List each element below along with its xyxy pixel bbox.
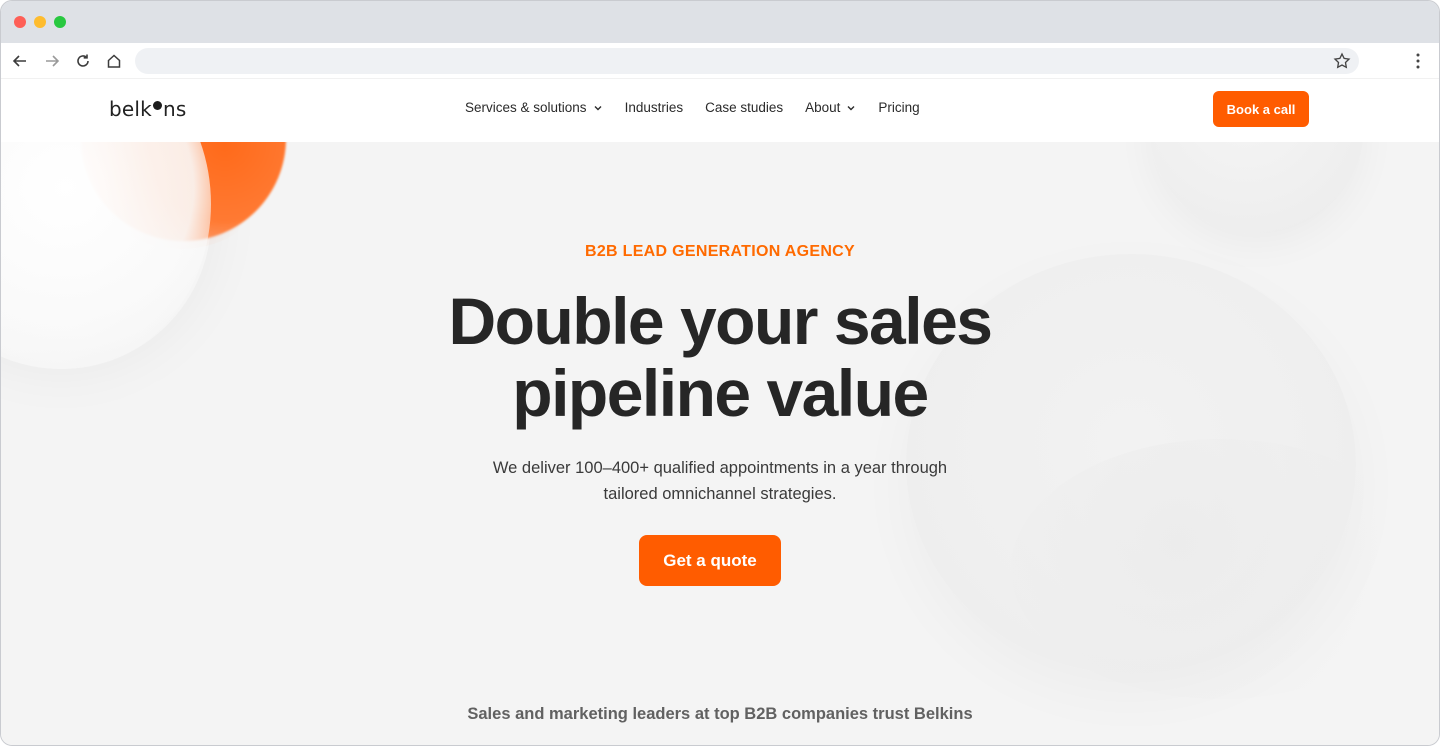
kebab-menu-icon[interactable] [1407, 50, 1429, 72]
nav-services-solutions[interactable]: Services & solutions [465, 100, 603, 115]
nav-label: Case studies [705, 100, 784, 115]
subtitle-line-1: We deliver 100–400+ qualified appointmen… [492, 459, 948, 477]
title-bar [1, 1, 1439, 43]
browser-window: belk ns Services & solutions Industries C… [0, 0, 1440, 746]
reload-button[interactable] [72, 50, 94, 72]
belkins-logo[interactable]: belk ns [109, 97, 186, 121]
home-button[interactable] [103, 50, 125, 72]
browser-toolbar [1, 43, 1439, 79]
minimize-window-button[interactable] [34, 16, 46, 28]
hero-subtitle: We deliver 100–400+ qualified appointmen… [1, 455, 1439, 507]
home-icon [107, 54, 121, 68]
hero-headline: Double your sales pipeline value [1, 285, 1439, 429]
close-window-button[interactable] [14, 16, 26, 28]
subtitle-line-2: tailored omnichannel strategies. [603, 485, 837, 503]
maximize-window-button[interactable] [54, 16, 66, 28]
logo-text-end: ns [162, 97, 187, 121]
hero-eyebrow: B2B LEAD GENERATION AGENCY [584, 243, 856, 260]
star-icon[interactable] [1333, 52, 1351, 70]
nav-label: Services & solutions [465, 100, 587, 115]
headline-line-2: pipeline value [512, 356, 929, 430]
arrow-right-icon [46, 55, 60, 67]
logo-text-start: belk [109, 97, 152, 121]
forward-button[interactable] [41, 50, 63, 72]
chevron-down-icon [594, 105, 602, 110]
book-a-call-button[interactable]: Book a call [1213, 91, 1309, 127]
main-nav: Services & solutions Industries Case stu… [465, 100, 920, 115]
trust-statement: Sales and marketing leaders at top B2B c… [467, 705, 973, 723]
nav-about[interactable]: About [805, 100, 856, 115]
nav-pricing[interactable]: Pricing [878, 100, 919, 115]
nav-label: Industries [624, 100, 684, 115]
back-button[interactable] [9, 50, 31, 72]
site-header: belk ns Services & solutions Industries C… [1, 79, 1439, 142]
reload-icon [77, 54, 89, 67]
logo-person-mark [152, 101, 162, 110]
address-bar[interactable] [135, 48, 1359, 74]
chevron-down-icon [847, 105, 855, 110]
nav-industries[interactable]: Industries [625, 100, 684, 115]
get-a-quote-button[interactable]: Get a quote [639, 535, 781, 586]
arrow-left-icon [12, 55, 26, 67]
nav-label: Pricing [878, 100, 920, 115]
headline-line-1: Double your sales [448, 284, 993, 358]
page-content: belk ns Services & solutions Industries C… [1, 79, 1439, 745]
nav-label: About [805, 100, 841, 115]
nav-case-studies[interactable]: Case studies [705, 100, 783, 115]
